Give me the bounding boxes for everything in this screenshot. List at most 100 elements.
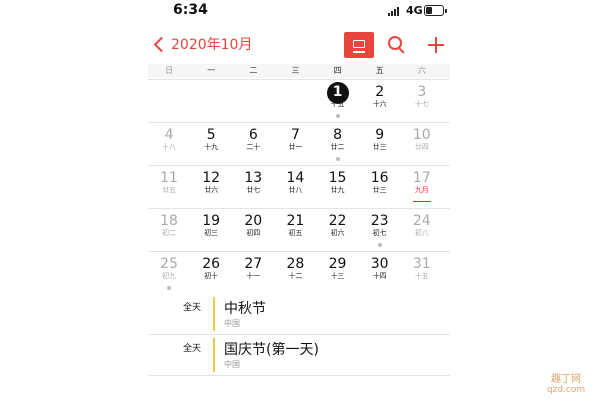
lunar-date: 初九 — [162, 272, 177, 280]
day-cell[interactable]: 8 廿二 — [317, 123, 359, 165]
day-cell[interactable]: 19 初三 — [190, 209, 232, 251]
lunar-date: 廿二 — [330, 143, 345, 151]
day-number: 7 — [290, 127, 300, 143]
weekday-header: 日 一 二 三 四 五 六 — [148, 64, 450, 78]
day-cell[interactable]: 31 十五 — [401, 252, 443, 294]
watermark-text: 趣丁网 — [551, 374, 581, 385]
day-cell[interactable]: 2 十六 — [359, 80, 401, 122]
holiday-underline — [412, 201, 431, 202]
lunar-date: 十五 — [414, 272, 429, 280]
nav-bar: 2020年10月 — [148, 28, 450, 62]
list-view-button[interactable] — [344, 32, 374, 58]
event-location: 中国 — [224, 319, 240, 328]
lunar-date: 初二 — [162, 229, 177, 237]
day-number: 15 — [328, 170, 347, 186]
network-type: 4G — [406, 4, 423, 17]
day-number: 18 — [160, 213, 178, 229]
day-number: 5 — [206, 127, 216, 143]
day-number: 9 — [375, 127, 385, 143]
event-color-bar — [213, 297, 215, 331]
day-cell[interactable]: 10 廿四 — [401, 123, 443, 165]
day-cell[interactable]: 18 初二 — [148, 209, 190, 251]
lunar-date: 初四 — [246, 229, 261, 237]
day-cell[interactable]: 3 十七 — [401, 80, 443, 122]
event-item[interactable]: 全天 中秋节 中国 — [148, 294, 450, 335]
watermark-logo: 趣丁网 qzd.com — [540, 370, 592, 398]
day-cell[interactable]: 25 初九 — [148, 252, 190, 294]
day-cell[interactable]: 27 十一 — [232, 252, 274, 294]
day-cell[interactable]: 20 初四 — [232, 209, 274, 251]
lunar-date: 二十 — [246, 143, 261, 151]
day-cell[interactable]: 23 初七 — [359, 209, 401, 251]
day-number: 29 — [328, 256, 347, 272]
add-event-button[interactable] — [427, 36, 445, 54]
day-cell[interactable]: 24 初八 — [401, 209, 443, 251]
event-time: 全天 — [183, 303, 202, 313]
weekday-label: 日 — [165, 66, 174, 75]
week-row: 11 廿五 12 廿六 13 廿七 14 廿八 15 廿九 16 廿三 17 九月 — [148, 165, 450, 208]
lunar-date: 廿五 — [162, 186, 177, 194]
lunar-date: 初五 — [288, 229, 303, 237]
week-row: 1 十五 2 十六 3 十七 — [148, 79, 450, 122]
lunar-date: 十四 — [372, 272, 387, 280]
event-title: 中秋节 — [224, 301, 266, 317]
day-cell[interactable]: 6 二十 — [232, 123, 274, 165]
event-dot — [167, 286, 171, 290]
lunar-date: 十八 — [162, 143, 177, 151]
day-cell[interactable]: 13 廿七 — [232, 166, 274, 208]
lunar-date: 初三 — [204, 229, 219, 237]
day-cell[interactable]: 29 十三 — [317, 252, 359, 294]
lunar-date: 初十 — [204, 272, 219, 280]
day-cell[interactable]: 12 廿六 — [190, 166, 232, 208]
lunar-date: 十五 — [330, 100, 345, 108]
status-bar: 6:34 4G — [148, 0, 450, 22]
lunar-date: 廿四 — [414, 143, 429, 151]
day-cell[interactable]: 9 廿三 — [359, 123, 401, 165]
day-cell[interactable]: 15 廿九 — [317, 166, 359, 208]
event-item[interactable]: 全天 国庆节(第一天) 中国 — [148, 335, 450, 376]
week-row: 25 初九 26 初十 27 十一 28 十二 29 十三 30 十四 31 十五 — [148, 251, 450, 294]
event-dot — [335, 114, 340, 118]
day-cell[interactable]: 26 初十 — [190, 252, 232, 294]
day-number: 17 — [412, 170, 431, 186]
day-cell[interactable]: 7 廿一 — [274, 123, 316, 165]
day-number: 23 — [370, 213, 389, 229]
day-cell[interactable]: 4 十八 — [148, 123, 190, 165]
day-cell[interactable]: 30 十四 — [359, 252, 401, 294]
day-number: 8 — [333, 127, 343, 143]
weekday-label: 二 — [249, 66, 258, 75]
day-cell[interactable]: 11 廿五 — [148, 166, 190, 208]
day-number: 10 — [412, 127, 431, 143]
list-view-icon — [353, 40, 365, 48]
search-button[interactable] — [388, 36, 406, 54]
day-number: 30 — [370, 256, 389, 272]
lunar-date: 十七 — [414, 100, 429, 108]
lunar-date: 廿三 — [372, 143, 387, 151]
day-number: 13 — [244, 170, 263, 186]
lunar-date: 廿一 — [288, 143, 303, 151]
day-cell[interactable]: 28 十二 — [274, 252, 316, 294]
day-cell[interactable]: 14 廿八 — [274, 166, 316, 208]
lunar-date: 廿六 — [204, 186, 219, 194]
day-number: 27 — [244, 256, 263, 272]
weekday-label: 四 — [333, 66, 342, 75]
day-cell[interactable]: 22 初六 — [317, 209, 359, 251]
event-location: 中国 — [224, 360, 240, 369]
lunar-date: 廿八 — [288, 186, 303, 194]
day-cell[interactable]: 16 廿三 — [359, 166, 401, 208]
chevron-left-icon — [153, 36, 170, 52]
back-button[interactable]: 2020年10月 — [152, 34, 252, 54]
day-number: 1 — [332, 84, 343, 100]
empty-day-cell — [274, 80, 317, 122]
day-cell-today[interactable]: 1 十五 — [317, 80, 359, 122]
week-row: 4 十八 5 十九 6 二十 7 廿一 8 廿二 9 廿三 10 廿四 — [148, 122, 450, 165]
day-cell[interactable]: 17 九月 — [401, 166, 443, 208]
day-cell[interactable]: 21 初五 — [274, 209, 316, 251]
phone-screen: 6:34 4G 2020年10月 日 一 二 三 四 五 六 1 十五 2 十六… — [148, 0, 450, 400]
event-dot — [335, 157, 340, 161]
signal-bars-icon — [388, 6, 402, 16]
day-number: 21 — [286, 213, 305, 229]
lunar-date: 初七 — [372, 229, 387, 237]
day-cell[interactable]: 5 十九 — [190, 123, 232, 165]
day-number: 28 — [286, 256, 305, 272]
